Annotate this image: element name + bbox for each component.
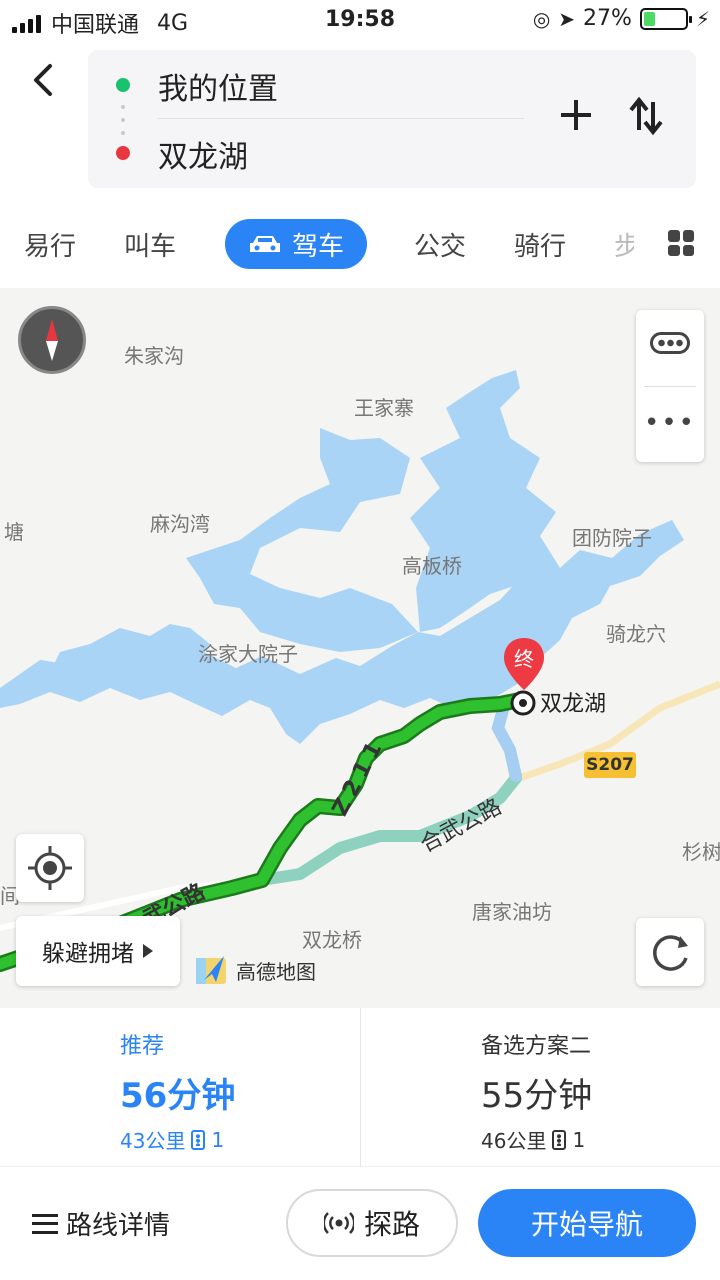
tab-drive-label: 驾车 [291,231,344,262]
car-icon [249,236,280,252]
battery-percent: 27% [583,6,632,31]
status-bar: 中国联通 4G 19:58 ◎ ➤ 27% ⚡ [0,0,720,40]
route-option-lights: 1 [211,1127,225,1152]
destination-point-icon [510,690,536,716]
route-option-meta: 43公里 1 [120,1125,360,1154]
swap-route-button[interactable] [626,94,666,138]
orientation-lock-icon: ◎ [532,6,551,31]
plus-icon [561,100,591,130]
status-right: ◎ ➤ 27% ⚡ [533,6,710,31]
play-triangle-icon [143,944,153,958]
tab-bike[interactable]: 骑行 [514,226,566,263]
place-label: 塘 [4,520,24,544]
compass-icon [46,319,58,361]
destination-dot-icon [116,146,130,160]
explore-road-button[interactable]: 探路 [286,1189,458,1257]
side-controls-divider [644,386,696,387]
route-details-label: 路线详情 [66,1211,171,1241]
bottom-action-bar: 路线详情 探路 开始导航 [0,1166,720,1280]
map-view[interactable]: 朱家沟 王家寨 塘 麻沟湾 团防院子 高板桥 骑龙穴 涂家大院子 杉树 间 唐家… [0,288,720,1008]
charging-icon: ⚡ [695,6,710,31]
chevron-left-icon [34,64,52,96]
place-label: 杉树 [682,840,720,864]
route-option-distance: 46公里 [481,1129,547,1153]
start-navigation-button[interactable]: 开始导航 [478,1189,696,1257]
brand-watermark: 高德地图 [194,952,316,988]
avoid-congestion-button[interactable]: 躲避拥堵 [16,916,180,986]
more-modes-grid-icon[interactable] [668,230,694,256]
route-connector-icon [121,105,125,135]
tab-walk[interactable]: 步 [614,226,634,263]
traffic-layer-icon[interactable] [650,332,690,354]
place-label: 骑龙穴 [606,622,666,646]
place-label: 唐家油坊 [472,900,552,924]
origin-dot-icon [116,78,130,92]
place-label: 王家寨 [354,396,414,420]
route-details-button[interactable]: 路线详情 [32,1205,170,1242]
traffic-light-icon [552,1129,567,1150]
crosshair-icon [28,846,72,890]
route-divider [158,118,524,119]
route-option-time: 55分钟 [481,1076,593,1116]
place-label: 高板桥 [402,554,462,578]
locate-me-button[interactable] [16,834,84,902]
route-option-tag: 备选方案二 [481,1034,592,1059]
place-label: 朱家沟 [124,344,184,368]
map-side-controls: ••• [636,310,704,462]
destination-field[interactable]: 双龙湖 [158,132,248,176]
route-option-distance: 43公里 [120,1129,186,1153]
explore-road-label: 探路 [363,1208,420,1241]
route-input-box: 我的位置 双龙湖 [88,50,696,188]
brand-label: 高德地图 [236,959,316,984]
swap-icon [629,96,663,136]
route-option-lights: 1 [572,1127,586,1152]
destination-marker-text: 终 [514,647,534,671]
destination-pin-icon[interactable]: 终 [500,636,548,692]
route-option-time: 56分钟 [120,1076,236,1116]
route-option-recommended[interactable]: 推荐 56分钟 43公里 1 [0,1008,360,1166]
place-label: 团防院子 [572,526,652,550]
refresh-icon [653,935,688,971]
place-label: 麻沟湾 [150,512,210,536]
lake-arm-west [186,428,418,652]
road-shield-s207: S207 [584,752,636,778]
more-options-icon[interactable]: ••• [636,408,704,438]
tab-bus[interactable]: 公交 [414,226,466,263]
list-icon [32,1213,58,1234]
traffic-light-icon [191,1129,206,1150]
location-arrow-icon: ➤ [558,6,576,31]
alt-route-segment-blue [491,700,522,782]
origin-field[interactable]: 我的位置 [158,64,278,108]
route-option-tag: 推荐 [120,1034,165,1059]
travel-mode-tabs: 易行 叫车 驾车 公交 骑行 步 [0,216,720,276]
tab-yixing[interactable]: 易行 [24,226,76,263]
broadcast-icon [323,1212,354,1234]
avoid-congestion-label: 躲避拥堵 [42,941,134,967]
tab-taxi[interactable]: 叫车 [124,226,176,263]
compass-button[interactable] [18,306,86,374]
battery-fill [643,11,655,26]
route-option-alternative[interactable]: 备选方案二 55分钟 46公里 1 [360,1008,720,1166]
back-button[interactable] [24,60,64,100]
battery-icon [639,7,692,30]
route-option-meta: 46公里 1 [481,1125,720,1154]
destination-map-label: 双龙湖 [540,692,607,717]
route-options: 推荐 56分钟 43公里 1 备选方案二 55分钟 46公里 1 [0,1008,720,1166]
amap-logo-icon [196,956,226,984]
add-waypoint-button[interactable] [556,94,596,138]
refresh-route-button[interactable] [636,918,704,986]
place-label: 涂家大院子 [198,642,298,666]
route-header: 我的位置 双龙湖 易行 叫车 驾车 公交 骑行 步 [0,40,720,288]
tab-drive[interactable]: 驾车 [225,219,367,269]
place-label: 双龙桥 [302,928,362,952]
